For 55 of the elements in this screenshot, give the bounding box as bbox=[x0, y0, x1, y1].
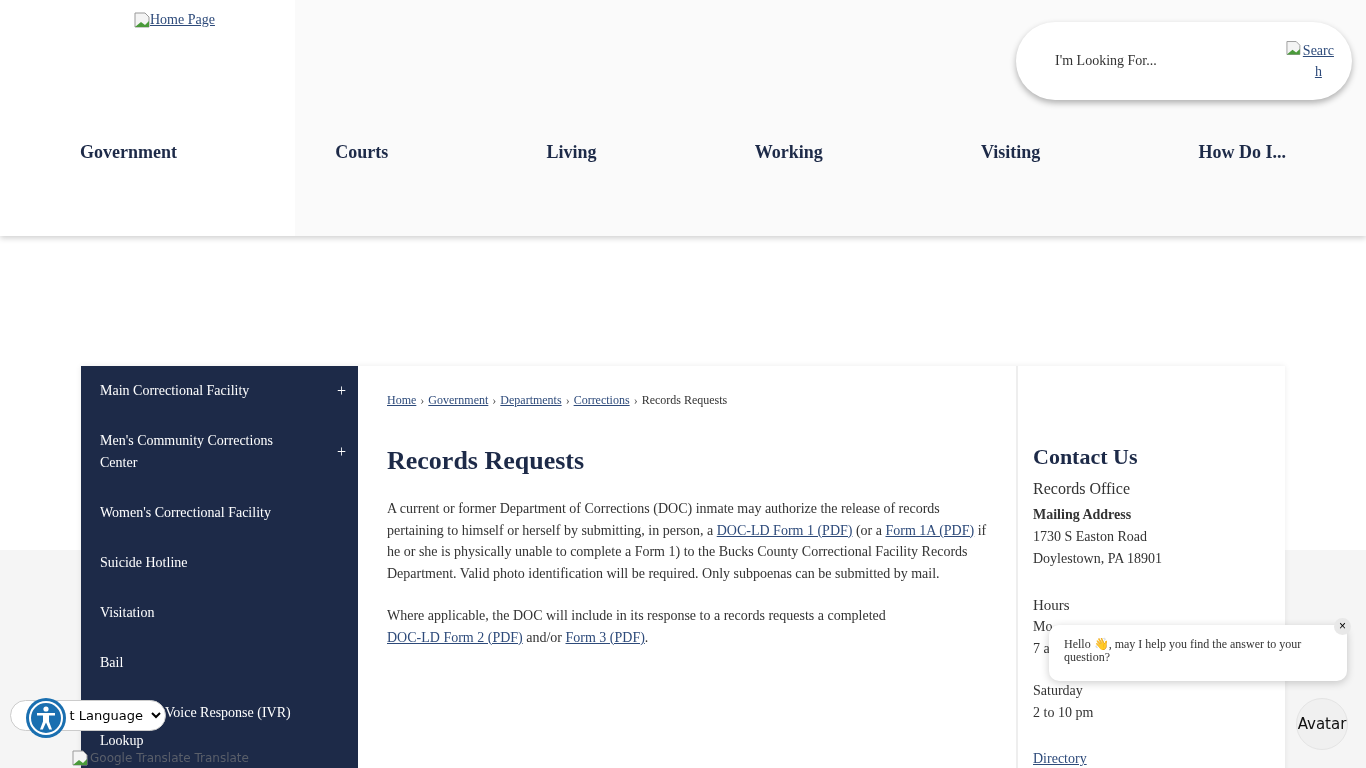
sidebar-item[interactable]: Suicide Hotline bbox=[81, 538, 358, 588]
body-paragraph: Where applicable, the DOC will include in its response to a records requests a completed DOC-LD Form 2 (PDF) and/or Form 3 (PDF). bbox=[387, 606, 887, 647]
address-line: Doylestown, PA 18901 bbox=[1033, 550, 1162, 568]
expand-icon[interactable]: + bbox=[336, 441, 346, 463]
chat-message: Hello 👋, may I help you find the answer to your question? bbox=[1064, 637, 1302, 664]
breadcrumb-link[interactable]: Government bbox=[428, 393, 489, 408]
breadcrumb-separator: › bbox=[492, 393, 497, 408]
breadcrumb-link[interactable]: Home bbox=[387, 393, 417, 408]
chevron-down-icon bbox=[151, 712, 161, 719]
hours-line: Mo bbox=[1033, 618, 1053, 636]
contact-title: Contact Us bbox=[1033, 443, 1139, 471]
pdf-link[interactable]: DOC-LD Form 2 (PDF) bbox=[387, 629, 523, 645]
translate-text: Google Translate Translate bbox=[90, 751, 249, 765]
nav-link[interactable]: Working bbox=[754, 142, 823, 163]
breadcrumb-separator: › bbox=[633, 393, 638, 408]
sidebar-item[interactable]: Voice Response (IVR) bbox=[165, 702, 291, 724]
sidebar-item[interactable]: Women's Correctional Facility bbox=[81, 488, 358, 538]
accessibility-icon[interactable] bbox=[25, 697, 67, 739]
directory-link[interactable]: Directory bbox=[1033, 748, 1087, 768]
search-button[interactable]: Search bbox=[1286, 40, 1336, 82]
sidebar-item[interactable]: Visitation bbox=[81, 588, 358, 638]
hours-line: 7 a bbox=[1033, 640, 1050, 658]
broken-image-icon bbox=[1286, 40, 1301, 56]
hours-label: Hours bbox=[1033, 596, 1071, 615]
sidebar-item-continuation[interactable]: Lookup bbox=[100, 733, 144, 748]
breadcrumb-link[interactable]: Corrections bbox=[573, 393, 630, 408]
sidebar-item[interactable]: Men's Community Corrections Center + bbox=[81, 416, 358, 488]
pdf-link[interactable]: Form 1A (PDF) bbox=[885, 522, 975, 538]
address-line: 1730 S Easton Road bbox=[1033, 528, 1147, 546]
saturday-label: Saturday bbox=[1033, 682, 1083, 700]
breadcrumb-separator: › bbox=[565, 393, 570, 408]
close-button[interactable]: × bbox=[1334, 618, 1351, 635]
office-name: Records Office bbox=[1033, 479, 1131, 499]
home-page-link[interactable]: Home Page bbox=[134, 12, 215, 28]
nav-link[interactable]: How Do I... bbox=[1198, 142, 1286, 163]
mailing-label: Mailing Address bbox=[1033, 506, 1133, 524]
pdf-link[interactable]: DOC-LD Form 1 (PDF) bbox=[716, 522, 853, 538]
sidebar-item[interactable]: Main Correctional Facility + bbox=[81, 366, 358, 416]
broken-image-icon bbox=[134, 12, 150, 28]
body-paragraph: A current or former Department of Corrections (DOC) inmate may authorize the release of records pertaining to himself or herself by submitting, in person, a DOC-LD Form 1 (PDF) (or a Form 1A (PDF) if he or she is physically unable to complete a Form 1) to the Bucks County Correctional Facility Records Department. Valid photo identification will be required. Only subpoenas can be submitted by mail. bbox=[387, 500, 987, 584]
page-title: Records Requests bbox=[387, 446, 586, 476]
saturday-hours: 2 to 10 pm bbox=[1033, 704, 1094, 722]
search-field[interactable]: I'm Looking For... Search bbox=[1016, 22, 1352, 100]
nav-link[interactable]: Living bbox=[546, 142, 597, 163]
nav-link[interactable]: Courts bbox=[335, 142, 389, 163]
chat-avatar[interactable]: Avatar bbox=[1296, 698, 1348, 750]
nav-link[interactable]: Government bbox=[80, 142, 177, 163]
breadcrumb-link[interactable]: Departments bbox=[500, 393, 562, 408]
breadcrumb-current: Records Requests bbox=[641, 393, 728, 408]
broken-image-icon bbox=[72, 750, 88, 766]
sidebar-item[interactable]: Bail bbox=[81, 638, 358, 688]
pdf-link[interactable]: Form 3 (PDF) bbox=[565, 629, 645, 645]
expand-icon[interactable]: + bbox=[336, 380, 346, 402]
nav-link[interactable]: Visiting bbox=[980, 142, 1041, 163]
breadcrumb-separator: › bbox=[420, 393, 425, 408]
